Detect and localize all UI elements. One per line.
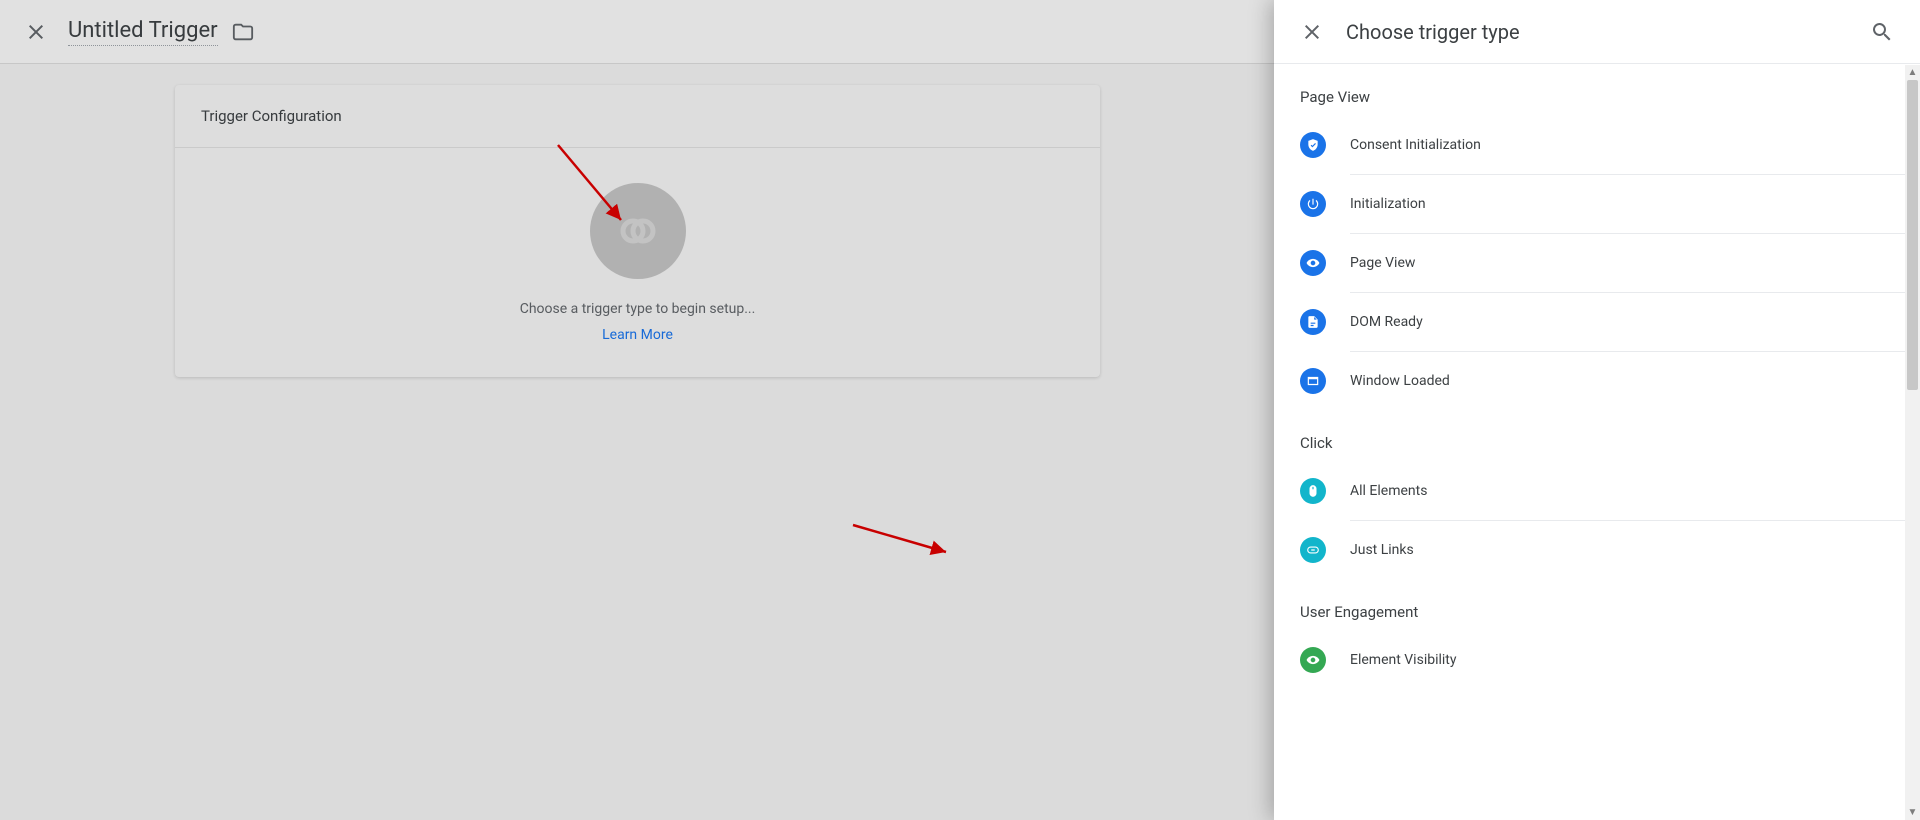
trigger-placeholder-icon[interactable] bbox=[590, 183, 686, 279]
section-label: User Engagement bbox=[1274, 579, 1905, 631]
card-body: Choose a trigger type to begin setup... … bbox=[175, 148, 1100, 378]
search-icon[interactable] bbox=[1870, 20, 1894, 44]
hint-text: Choose a trigger type to begin setup... bbox=[520, 301, 756, 317]
trigger-type-element-visibility[interactable]: Element Visibility bbox=[1274, 631, 1905, 689]
trigger-type-dom-ready[interactable]: DOM Ready bbox=[1274, 293, 1905, 351]
trigger-type-consent-initialization[interactable]: Consent Initialization bbox=[1274, 116, 1905, 174]
trigger-type-initialization[interactable]: Initialization bbox=[1274, 175, 1905, 233]
close-icon[interactable] bbox=[1300, 20, 1324, 44]
trigger-config-card[interactable]: Trigger Configuration Choose a trigger t… bbox=[175, 85, 1100, 377]
trigger-type-all-elements[interactable]: All Elements bbox=[1274, 462, 1905, 520]
trigger-type-label: Window Loaded bbox=[1350, 373, 1879, 389]
mouse-icon bbox=[1300, 478, 1326, 504]
learn-more-link[interactable]: Learn More bbox=[602, 327, 673, 343]
trigger-type-label: Consent Initialization bbox=[1350, 137, 1879, 153]
scroll-thumb[interactable] bbox=[1907, 80, 1918, 390]
section-label: Click bbox=[1274, 410, 1905, 462]
trigger-type-label: Page View bbox=[1350, 255, 1879, 271]
trigger-type-label: DOM Ready bbox=[1350, 314, 1879, 330]
shield-icon bbox=[1300, 132, 1326, 158]
panel-header: Choose trigger type bbox=[1274, 0, 1920, 64]
close-icon[interactable] bbox=[24, 20, 48, 44]
scroll-down-icon[interactable]: ▼ bbox=[1905, 805, 1920, 820]
trigger-title[interactable]: Untitled Trigger bbox=[68, 18, 218, 46]
trigger-type-label: Initialization bbox=[1350, 196, 1879, 212]
power-icon bbox=[1300, 191, 1326, 217]
card-heading: Trigger Configuration bbox=[175, 85, 1100, 148]
eye-icon bbox=[1300, 250, 1326, 276]
link-icon bbox=[1300, 537, 1326, 563]
scrollbar[interactable]: ▲ ▼ bbox=[1905, 65, 1920, 820]
trigger-type-page-view[interactable]: Page View bbox=[1274, 234, 1905, 292]
section-label: Page View bbox=[1274, 64, 1905, 116]
trigger-type-label: Just Links bbox=[1350, 542, 1879, 558]
window-icon bbox=[1300, 368, 1326, 394]
folder-icon[interactable] bbox=[232, 21, 254, 43]
doc-icon bbox=[1300, 309, 1326, 335]
annotation-arrow bbox=[848, 520, 953, 560]
trigger-type-label: Element Visibility bbox=[1350, 652, 1879, 668]
panel-title: Choose trigger type bbox=[1346, 20, 1870, 44]
trigger-type-panel: Choose trigger type Page View Consent Ini… bbox=[1274, 0, 1920, 820]
trigger-type-label: All Elements bbox=[1350, 483, 1879, 499]
eye-icon bbox=[1300, 647, 1326, 673]
panel-body: Page View Consent Initialization Initializ… bbox=[1274, 64, 1920, 820]
trigger-type-window-loaded[interactable]: Window Loaded bbox=[1274, 352, 1905, 410]
trigger-type-just-links[interactable]: Just Links bbox=[1274, 521, 1905, 579]
scroll-up-icon[interactable]: ▲ bbox=[1905, 65, 1920, 80]
